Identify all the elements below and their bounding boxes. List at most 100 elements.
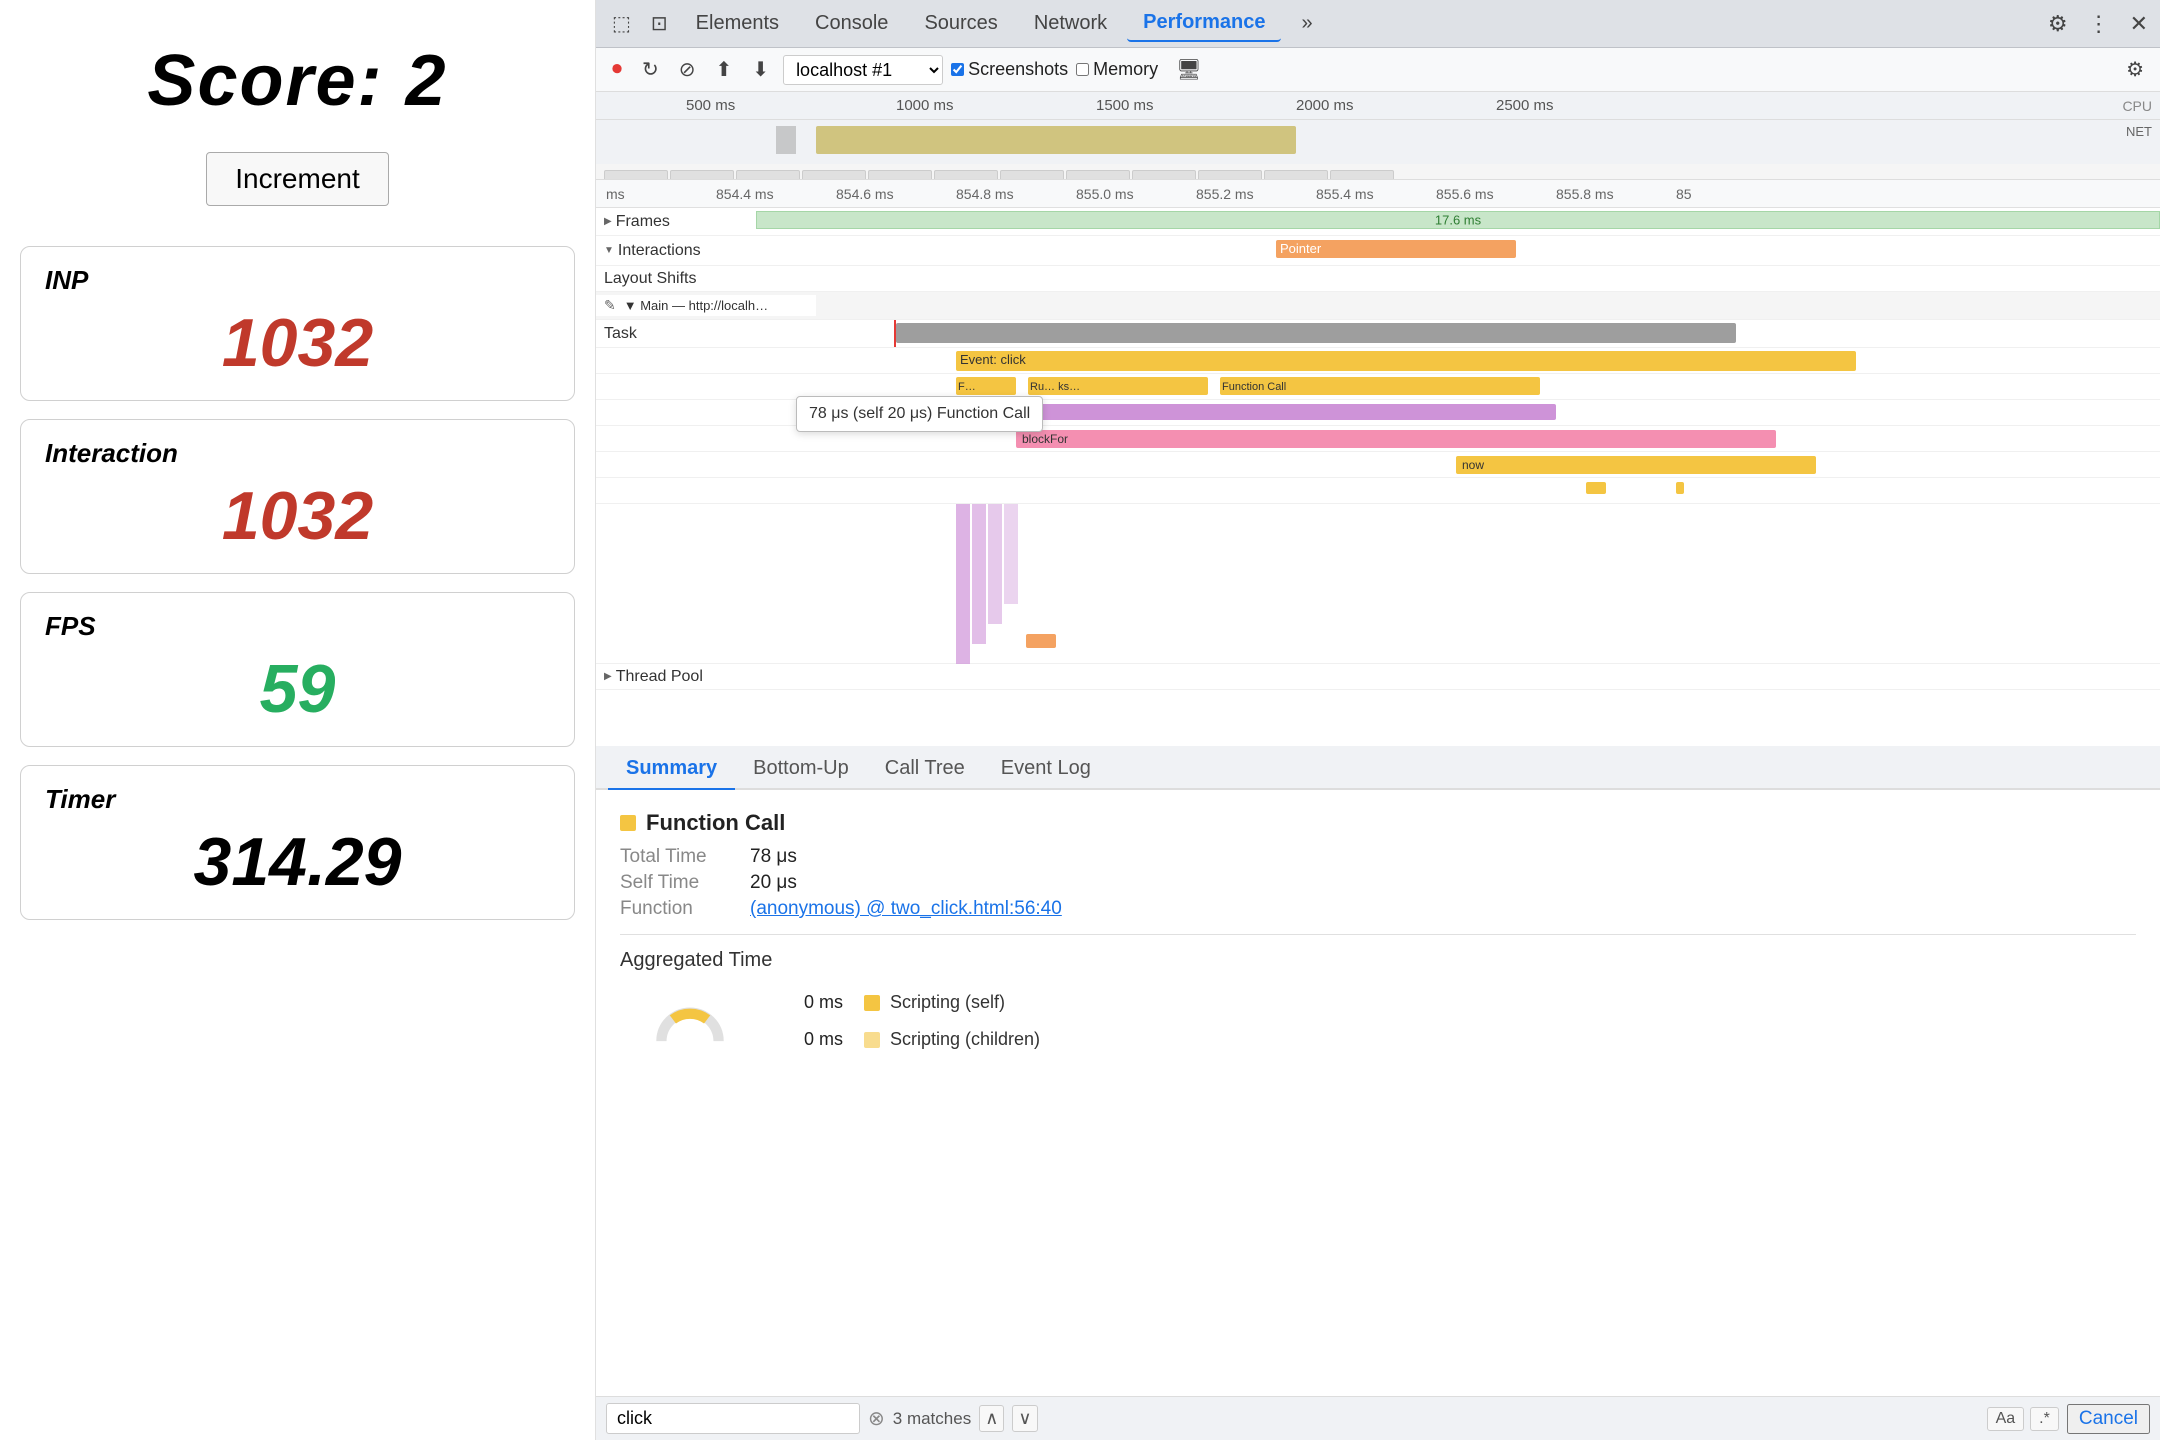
donut-chart [620, 984, 760, 1064]
cpu-minor-bar [776, 126, 796, 154]
screenshot-thumb [670, 170, 734, 181]
donut-yellow-arc [673, 1014, 707, 1020]
settings-icon[interactable]: ⚙ [2044, 7, 2072, 41]
scripting-children-color [864, 1032, 880, 1048]
tab-elements[interactable]: Elements [680, 6, 795, 41]
red-line-indicator [894, 320, 896, 347]
memory-toggle[interactable]: Memory [1076, 59, 1158, 80]
timer-value: 314.29 [45, 823, 550, 901]
screenshots-toggle[interactable]: Screenshots [951, 59, 1068, 80]
cursor-icon[interactable]: ⬚ [604, 7, 639, 40]
ruler-1500ms: 1500 ms [1096, 97, 1154, 114]
search-next-button[interactable]: ∨ [1012, 1405, 1037, 1432]
small-yellow-bar [1586, 482, 1606, 494]
search-clear-icon[interactable]: ⊗ [868, 1406, 885, 1431]
scripting-children-val: 0 ms [804, 1029, 854, 1050]
performance-toolbar: ⏺ ↻ ⊘ ⬆ ⬇ localhost #1 Screenshots Memor… [596, 48, 2160, 92]
tab-performance[interactable]: Performance [1127, 5, 1281, 42]
tall-purple-content [756, 504, 2160, 664]
capture-settings-icon[interactable]: 🖥 [1170, 53, 1207, 86]
target-select[interactable]: localhost #1 [783, 55, 943, 85]
search-prev-button[interactable]: ∧ [979, 1405, 1004, 1432]
search-matches: 3 matches [893, 1409, 971, 1429]
tick-ms: ms [606, 186, 625, 202]
frames-track: ▶ Frames 17.6 ms [596, 208, 2160, 236]
upload-icon[interactable]: ⬆ [710, 53, 739, 86]
now-content: now [756, 452, 2160, 478]
main-thread-content [816, 292, 2160, 319]
timer-label: Timer [45, 784, 550, 815]
tab-sources[interactable]: Sources [908, 6, 1013, 41]
tab-summary[interactable]: Summary [608, 749, 735, 790]
screenshot-thumb [802, 170, 866, 181]
search-input[interactable] [606, 1403, 860, 1434]
timeline-detail[interactable]: ms 854.4 ms 854.6 ms 854.8 ms 855.0 ms 8… [596, 180, 2160, 746]
tab-call-tree[interactable]: Call Tree [867, 749, 983, 790]
time-axis-row: ms 854.4 ms 854.6 ms 854.8 ms 855.0 ms 8… [596, 180, 2160, 208]
score-display: Score: 2 [147, 40, 447, 122]
tick-855.4: 855.4 ms [1316, 186, 1374, 202]
scripting-self-label: Scripting (self) [890, 992, 1005, 1013]
scripting-self-val: 0 ms [804, 992, 854, 1013]
scripting-self-row: 0 ms Scripting (self) [804, 992, 1040, 1013]
screenshot-thumb [1330, 170, 1394, 181]
gear-icon[interactable]: ⚙ [2120, 53, 2150, 86]
frames-duration: 17.6 ms [1435, 213, 1481, 228]
donut-svg [620, 984, 760, 1064]
tab-event-log[interactable]: Event Log [983, 749, 1109, 790]
small-bar-track [596, 478, 2160, 504]
f-bar: F… [956, 377, 1016, 395]
layout-shifts-content [756, 266, 2160, 292]
task-bar[interactable] [896, 323, 1736, 343]
bottom-tab-bar: Summary Bottom-Up Call Tree Event Log [596, 746, 2160, 790]
ruler-1000ms: 1000 ms [896, 97, 954, 114]
blockfor-bar[interactable]: blockFor [1016, 430, 1776, 448]
tall-purple-col4 [1004, 504, 1018, 604]
aggregated-section: 0 ms Scripting (self) 0 ms Scripting (ch… [620, 984, 2136, 1064]
interactions-expand-icon[interactable]: ▼ [604, 245, 614, 256]
tab-more[interactable]: » [1285, 6, 1328, 41]
event-click-text: Event: click [956, 352, 1026, 367]
function-link[interactable]: (anonymous) @ two_click.html:56:40 [750, 898, 1062, 919]
increment-button[interactable]: Increment [206, 152, 389, 206]
main-thread-label: ✎ ▼ Main — http://localh… [596, 295, 816, 316]
aggregated-title: Aggregated Time [620, 949, 2136, 972]
frames-content: 17.6 ms [756, 208, 2160, 235]
tooltip-text: 78 μs (self 20 μs) Function Call [809, 405, 1030, 422]
function-key: Function [620, 898, 750, 920]
tab-bottom-up[interactable]: Bottom-Up [735, 749, 867, 790]
thread-pool-label: ▶ Thread Pool [596, 666, 756, 688]
task-content [756, 320, 2160, 347]
tab-network[interactable]: Network [1018, 6, 1123, 41]
record-icon[interactable]: ⏺ [606, 54, 628, 85]
tall-purple-col3 [988, 504, 1002, 624]
search-cancel-button[interactable]: Cancel [2067, 1404, 2150, 1434]
now-bar[interactable]: now [1456, 456, 1816, 474]
edit-icon[interactable]: ✎ [604, 297, 616, 314]
main-thread-track: ✎ ▼ Main — http://localh… [596, 292, 2160, 320]
search-case-sensitive-button[interactable]: Aa [1987, 1407, 2025, 1431]
divider [620, 934, 2136, 935]
layout-shifts-track: Layout Shifts [596, 266, 2160, 292]
inspect-icon[interactable]: ⊡ [643, 7, 676, 40]
overview-timeline[interactable]: 500 ms 1000 ms 1500 ms 2000 ms 2500 ms C… [596, 92, 2160, 180]
function-call-bar2[interactable]: Function Call [1220, 377, 1540, 395]
thread-pool-expand-icon[interactable]: ▶ [604, 671, 612, 682]
close-icon[interactable]: ✕ [2126, 7, 2152, 41]
search-regex-button[interactable]: .* [2030, 1407, 2059, 1431]
tick-854.4: 854.4 ms [716, 186, 774, 202]
clear-icon[interactable]: ⊘ [673, 53, 702, 86]
event-click-bar[interactable]: Event: click [956, 351, 1856, 371]
frames-expand-icon[interactable]: ▶ [604, 216, 612, 227]
inp-label: INP [45, 265, 550, 296]
more-options-icon[interactable]: ⋮ [2084, 7, 2114, 41]
ru-bar: Ru… ks… [1028, 377, 1208, 395]
interactions-content: Pointer [756, 236, 2160, 265]
thread-pool-content [756, 664, 2160, 690]
download-icon[interactable]: ⬇ [746, 53, 775, 86]
self-time-key: Self Time [620, 872, 750, 894]
tab-console[interactable]: Console [799, 6, 904, 41]
refresh-icon[interactable]: ↻ [636, 53, 665, 86]
screenshot-thumb [1264, 170, 1328, 181]
orange-small-bar [1026, 634, 1056, 648]
